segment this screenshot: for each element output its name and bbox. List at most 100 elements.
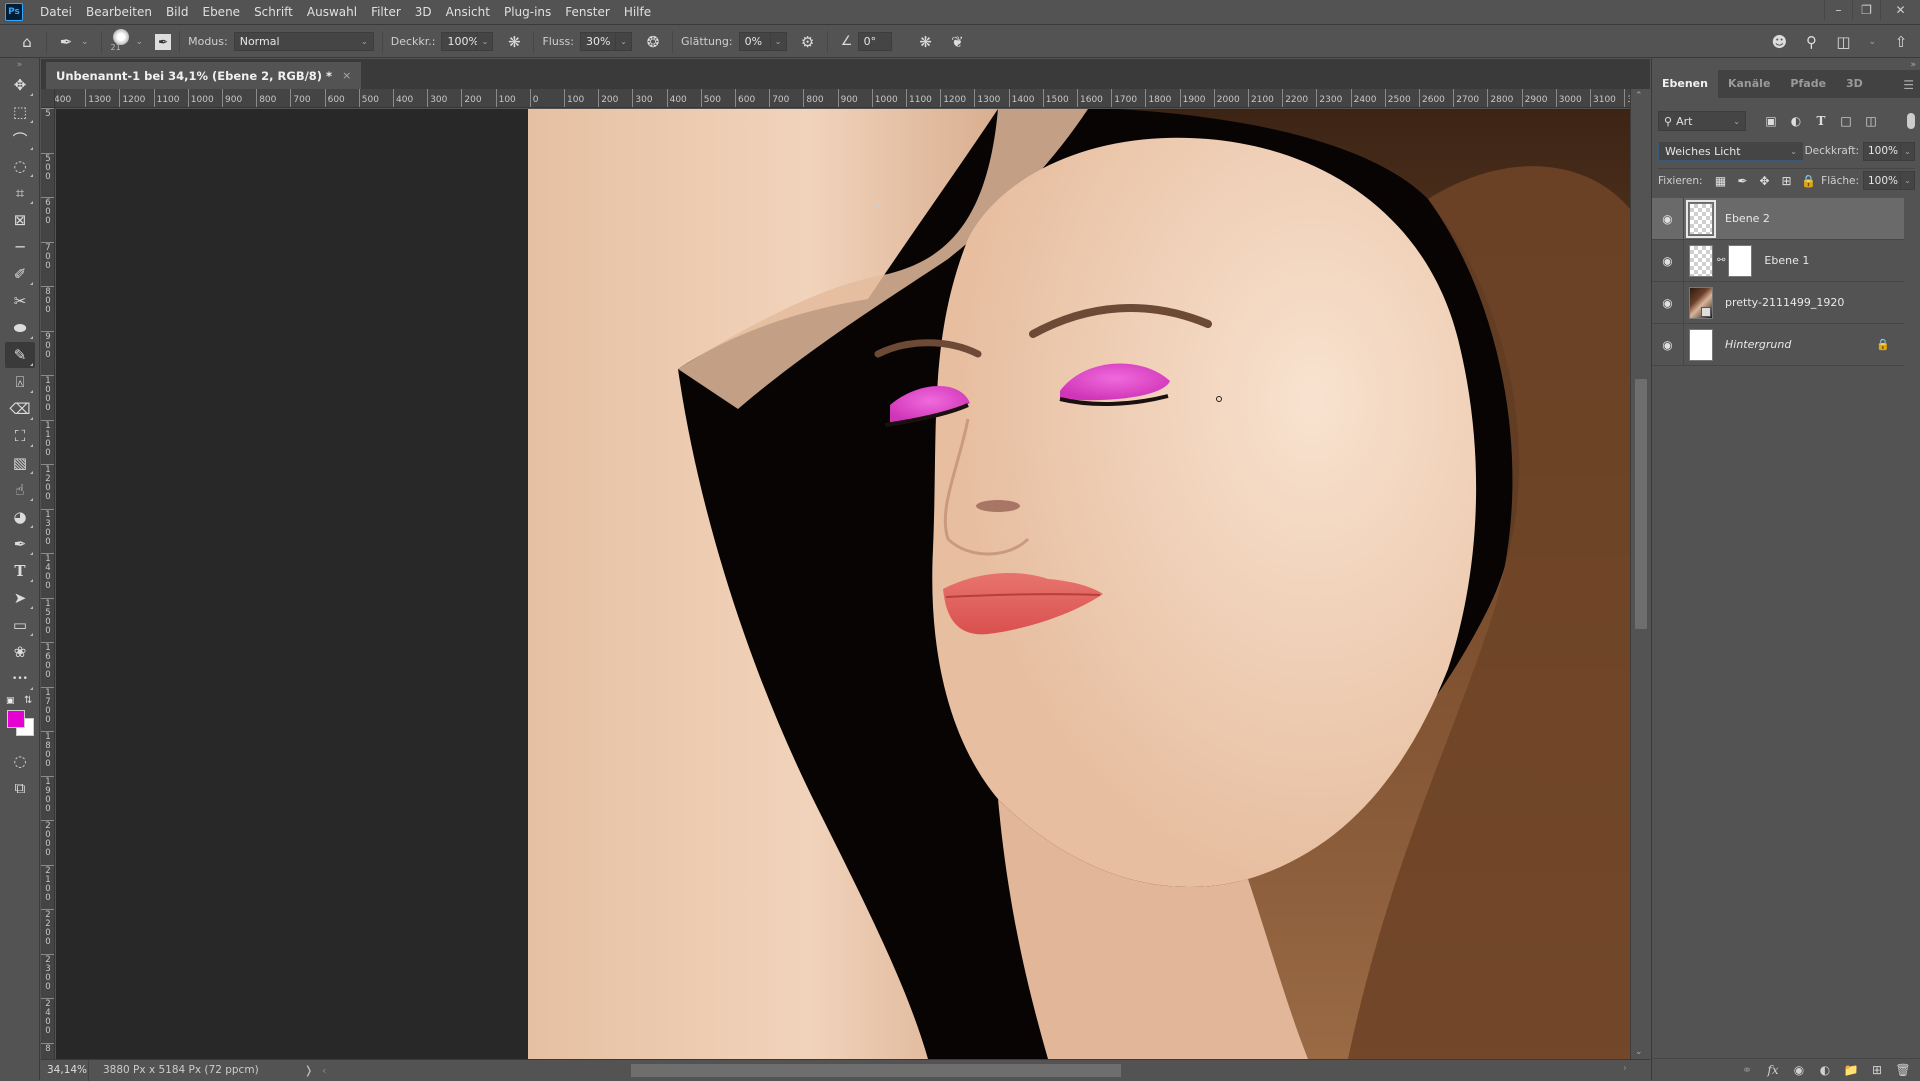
layer-name[interactable]: Hintergrund bbox=[1725, 338, 1791, 351]
mask-link-icon[interactable]: ⚯ bbox=[1717, 255, 1725, 266]
tab-ebenen[interactable]: Ebenen bbox=[1652, 70, 1718, 98]
pen-tool[interactable]: ✒ bbox=[5, 531, 35, 557]
menu-filter[interactable]: Filter bbox=[364, 0, 408, 25]
layer-thumbnail[interactable] bbox=[1689, 244, 1713, 277]
opacity-field[interactable]: 100% bbox=[441, 32, 479, 51]
scroll-right-icon[interactable]: › bbox=[1623, 1063, 1627, 1074]
layer-thumbnail[interactable] bbox=[1689, 286, 1713, 319]
layer-row[interactable]: ◉ ⚯ Ebene 1 bbox=[1652, 239, 1904, 282]
delete-layer-trash-icon[interactable]: 🗑 bbox=[1895, 1063, 1911, 1077]
layer-mask-thumbnail[interactable] bbox=[1728, 244, 1753, 277]
symmetry-butterfly-icon[interactable]: ❦ bbox=[947, 31, 969, 53]
layer-row[interactable]: ◉ pretty-2111499_1920 bbox=[1652, 281, 1904, 324]
layer-lock-icon[interactable]: 🔒 bbox=[1876, 338, 1890, 351]
mode-select[interactable]: Normal ⌄ bbox=[233, 32, 374, 51]
fill-dropdown[interactable]: ⌄ bbox=[1901, 171, 1915, 190]
filter-adjustment-layers-icon[interactable]: ◐ bbox=[1785, 111, 1807, 131]
filter-type-layers-icon[interactable]: T bbox=[1810, 111, 1832, 131]
vertical-scrollbar[interactable]: ⌃ ⌄ bbox=[1630, 89, 1650, 1059]
foreground-color-swatch[interactable] bbox=[7, 710, 25, 728]
chevron-down-icon[interactable]: ⌄ bbox=[1868, 37, 1876, 47]
flow-field[interactable]: 30% bbox=[580, 32, 616, 51]
more-tools[interactable]: ••• bbox=[5, 666, 35, 692]
document-tab[interactable]: Unbenannt-1 bei 34,1% (Ebene 2, RGB/8) *… bbox=[46, 62, 362, 89]
filter-toggle[interactable] bbox=[1907, 113, 1915, 129]
workspace-icon[interactable]: ◫ bbox=[1832, 31, 1854, 53]
smoothing-dropdown[interactable]: ⌄ bbox=[770, 32, 787, 51]
horizontal-scrollbar[interactable]: › bbox=[311, 1062, 1631, 1079]
close-icon[interactable]: × bbox=[342, 69, 351, 82]
screen-mode-tool[interactable]: ⧉ bbox=[5, 775, 35, 801]
swap-colors-icon[interactable]: ⇅ bbox=[24, 695, 32, 706]
quick-mask-tool[interactable]: ◌ bbox=[5, 748, 35, 774]
gradient-tool[interactable]: ▧ bbox=[5, 450, 35, 476]
ruler-origin[interactable] bbox=[41, 89, 55, 108]
healing-brush-tool[interactable]: ⬬ bbox=[5, 315, 35, 341]
add-mask-icon[interactable]: ◉ bbox=[1791, 1063, 1807, 1077]
lock-image-pixels-icon[interactable]: ✒ bbox=[1733, 171, 1753, 191]
smudge-tool[interactable]: ☝ bbox=[5, 477, 35, 503]
menu-datei[interactable]: Datei bbox=[33, 0, 79, 25]
dodge-tool[interactable]: ◕ bbox=[5, 504, 35, 530]
toolbar-collapse-icon[interactable]: » bbox=[0, 58, 39, 72]
share-user-icon[interactable]: ☻ bbox=[1768, 31, 1790, 53]
panel-collapse-icon[interactable]: » bbox=[1910, 60, 1916, 70]
horizontal-ruler[interactable]: 400 1300 1200 1100 1000 900 800 700 600 500 400 300… bbox=[55, 89, 1650, 108]
chevron-down-icon[interactable]: ⌄ bbox=[81, 37, 89, 47]
menu-plug-ins[interactable]: Plug-ins bbox=[497, 0, 558, 25]
lasso-tool[interactable]: ⌒ bbox=[5, 126, 35, 152]
minimize-button[interactable]: – bbox=[1824, 0, 1852, 20]
restore-button[interactable]: ❐ bbox=[1852, 0, 1880, 20]
brush-settings-panel-icon[interactable]: ✒ bbox=[155, 33, 172, 50]
tab-pfade[interactable]: Pfade bbox=[1780, 70, 1836, 98]
panel-menu-icon[interactable]: ☰ bbox=[1903, 78, 1914, 92]
brush-tool-preset-icon[interactable]: ✒ bbox=[55, 31, 77, 53]
pressure-opacity-icon[interactable]: ❋ bbox=[503, 31, 525, 53]
airbrush-icon[interactable]: ❂ bbox=[642, 31, 664, 53]
vertical-ruler[interactable]: 5 500 600 700 800 900 1000 1100 1200 1300 1400 1500… bbox=[41, 108, 55, 1059]
crop-tool[interactable]: ⌗ bbox=[5, 180, 35, 206]
cut-tool[interactable]: ✂ bbox=[5, 288, 35, 314]
opacity-dropdown[interactable]: ⌄ bbox=[477, 32, 494, 51]
lock-artboard-icon[interactable]: ⊞ bbox=[1777, 171, 1797, 191]
default-colors-icon[interactable]: ▣ bbox=[6, 696, 15, 706]
marquee-tool[interactable]: ⬚ bbox=[5, 99, 35, 125]
vertical-scroll-thumb[interactable] bbox=[1635, 379, 1647, 629]
photo-canvas[interactable]: ∞ bbox=[528, 109, 1630, 1059]
visibility-eye-icon[interactable]: ◉ bbox=[1652, 239, 1684, 282]
chevron-down-icon[interactable]: ⌄ bbox=[136, 37, 144, 47]
eyedropper-tool[interactable]: ✐ bbox=[5, 261, 35, 287]
tab-kan-le[interactable]: Kanäle bbox=[1718, 70, 1780, 98]
horizontal-scroll-thumb[interactable] bbox=[631, 1064, 1121, 1077]
brush-preset-picker[interactable]: 21 bbox=[110, 28, 132, 55]
type-tool[interactable]: T bbox=[5, 558, 35, 584]
filter-smart-objects-icon[interactable]: ◫ bbox=[1860, 111, 1882, 131]
visibility-eye-icon[interactable]: ◉ bbox=[1652, 281, 1684, 324]
quick-selection-tool[interactable]: ◌ bbox=[5, 153, 35, 179]
visibility-eye-icon[interactable]: ◉ bbox=[1652, 323, 1684, 366]
move-tool[interactable]: ✥ bbox=[5, 72, 35, 98]
layer-name[interactable]: Ebene 1 bbox=[1764, 254, 1809, 267]
visibility-eye-icon[interactable]: ◉ bbox=[1652, 197, 1684, 240]
new-layer-icon[interactable]: ⊞ bbox=[1869, 1063, 1885, 1077]
share-export-icon[interactable]: ⇧ bbox=[1890, 31, 1912, 53]
lock-transparency-icon[interactable]: ▦ bbox=[1711, 171, 1731, 191]
layer-opacity-dropdown[interactable]: ⌄ bbox=[1901, 141, 1915, 161]
ruler-tool[interactable]: ─ bbox=[5, 234, 35, 260]
menu-schrift[interactable]: Schrift bbox=[247, 0, 300, 25]
angle-field[interactable]: 0° bbox=[857, 32, 892, 51]
filter-pixel-layers-icon[interactable]: ▣ bbox=[1760, 111, 1782, 131]
new-group-folder-icon[interactable]: 📁 bbox=[1843, 1063, 1859, 1077]
zoom-level[interactable]: 34,14% bbox=[41, 1059, 89, 1081]
layer-thumbnail[interactable] bbox=[1686, 199, 1716, 238]
menu-ebene[interactable]: Ebene bbox=[195, 0, 247, 25]
lock-all-icon[interactable]: 🔒 bbox=[1799, 171, 1819, 191]
tab-3d[interactable]: 3D bbox=[1836, 70, 1873, 98]
layer-row[interactable]: ◉ Hintergrund 🔒 bbox=[1652, 323, 1904, 366]
close-window-button[interactable]: ✕ bbox=[1880, 0, 1920, 20]
home-icon[interactable]: ⌂ bbox=[16, 31, 38, 53]
menu-3d[interactable]: 3D bbox=[408, 0, 439, 25]
rectangle-tool[interactable]: ▭ bbox=[5, 612, 35, 638]
smoothing-field[interactable]: 0% bbox=[738, 32, 771, 51]
flow-dropdown[interactable]: ⌄ bbox=[616, 32, 632, 51]
